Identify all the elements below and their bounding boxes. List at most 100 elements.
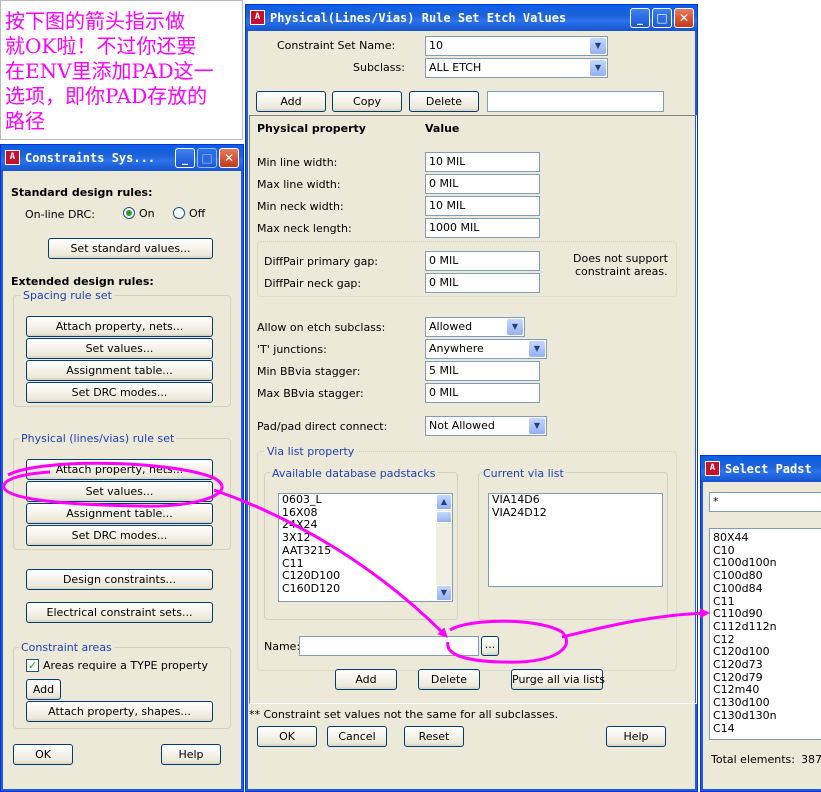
row-label-3: Max neck length: [257, 222, 352, 235]
list-item[interactable]: VIA24D12 [489, 506, 662, 520]
list-item[interactable]: C100d80 [710, 569, 821, 583]
padpad-value: Not Allowed [429, 419, 495, 432]
list-item[interactable]: AAT3215 [279, 544, 452, 558]
spacing-assignment-button[interactable]: Assignment table... [26, 360, 213, 381]
available-padstacks-list[interactable]: 0603_L 16X08 24X24 3X12 AAT3215 C11 C120… [278, 493, 453, 602]
padstack-list[interactable]: 80X44 C10 C100d100n C100d80 C100d84 C11 … [709, 528, 821, 740]
annotation-line-3: 在ENV里添加PAD这一 [5, 59, 214, 83]
annotation-box: 按下图的箭头指示做 就OK啦！不过你还要 在ENV里添加PAD这一 选项，即你P… [0, 0, 243, 140]
constraints-help-button[interactable]: Help [161, 744, 221, 765]
diffpair-primary-field[interactable]: 0 MIL [425, 251, 540, 271]
standard-rules-heading: Standard design rules: [11, 186, 153, 199]
online-drc-off-radio[interactable]: Off [173, 207, 205, 220]
footnote: ** Constraint set values not the same fo… [249, 708, 559, 721]
subclass-value: ALL ETCH [429, 61, 482, 74]
padpad-select[interactable]: Not Allowed ▼ [425, 416, 547, 436]
list-item[interactable]: C120d73 [710, 658, 821, 672]
min-line-width-field[interactable]: 10 MIL [425, 152, 540, 172]
list-item[interactable]: 3X12 [279, 531, 452, 545]
padstack-filter-field[interactable]: * [709, 492, 821, 512]
list-item[interactable]: C100d84 [710, 582, 821, 596]
physical-ok-button[interactable]: OK [257, 726, 317, 747]
subclass-label: Subclass: [353, 61, 405, 74]
list-item[interactable]: VIA14D6 [489, 494, 662, 507]
via-add-button[interactable]: Add [335, 669, 397, 690]
maximize-button[interactable]: □ [652, 8, 672, 28]
online-drc-on-radio[interactable]: On [123, 207, 155, 220]
set-add-button[interactable]: Add [256, 91, 326, 112]
list-item[interactable]: 0603_L [279, 494, 452, 507]
scroll-up-icon[interactable]: ▲ [436, 494, 452, 510]
minimize-button[interactable]: _ [175, 148, 195, 168]
list-item[interactable]: C130d100 [710, 696, 821, 710]
constraints-ok-button[interactable]: OK [13, 744, 73, 765]
t-junctions-label: 'T' junctions: [257, 343, 327, 356]
spacing-set-values-button[interactable]: Set values... [26, 338, 213, 359]
list-item[interactable]: C14 [710, 722, 821, 736]
constraint-set-select[interactable]: 10 ▼ [425, 36, 608, 56]
set-standard-values-button[interactable]: Set standard values... [48, 238, 213, 259]
physical-attach-button[interactable]: Attach property, nets... [26, 459, 213, 480]
set-delete-button[interactable]: Delete [409, 91, 479, 112]
areas-add-button[interactable]: Add [26, 679, 61, 700]
allow-etch-select[interactable]: Allowed ▼ [425, 317, 525, 337]
annotation-line-5: 路径 [5, 109, 45, 133]
annotation-line-2: 就OK啦！不过你还要 [5, 34, 197, 58]
physical-titlebar[interactable]: A Physical(Lines/Vias) Rule Set Etch Val… [246, 5, 697, 31]
physical-cancel-button[interactable]: Cancel [327, 726, 387, 747]
app-icon: A [250, 10, 265, 25]
min-neck-width-field[interactable]: 10 MIL [425, 196, 540, 216]
list-item[interactable]: C112d112n [710, 620, 821, 634]
attach-shapes-button[interactable]: Attach property, shapes... [26, 701, 213, 722]
available-scrollbar[interactable]: ▲ ▼ [436, 494, 452, 601]
set-copy-button[interactable]: Copy [332, 91, 402, 112]
min-bbvia-field[interactable]: 5 MIL [425, 361, 540, 381]
max-neck-length-field[interactable]: 1000 MIL [425, 218, 540, 238]
t-junctions-select[interactable]: Anywhere ▼ [425, 339, 547, 359]
extended-rules-heading: Extended design rules: [11, 275, 154, 288]
diffpair-note-2: constraint areas. [575, 265, 668, 278]
diffpair-neck-label: DiffPair neck gap: [264, 277, 362, 290]
spacing-attach-button[interactable]: Attach property, nets... [26, 316, 213, 337]
set-name-entry[interactable] [487, 91, 664, 112]
annotation-line-1: 按下图的箭头指示做 [5, 9, 185, 33]
via-delete-button[interactable]: Delete [418, 669, 480, 690]
max-bbvia-label: Max BBvia stagger: [257, 387, 364, 400]
on-label: On [139, 207, 155, 220]
allow-etch-label: Allow on etch subclass: [257, 321, 386, 334]
physical-assignment-button[interactable]: Assignment table... [26, 503, 213, 524]
constraints-titlebar[interactable]: A Constraints Sys... _ □ ✕ [1, 145, 243, 171]
row-label-0: Min line width: [257, 156, 338, 169]
design-constraints-button[interactable]: Design constraints... [26, 569, 213, 590]
physical-drc-modes-button[interactable]: Set DRC modes... [26, 525, 213, 546]
max-bbvia-field[interactable]: 0 MIL [425, 383, 540, 403]
physical-help-button[interactable]: Help [606, 726, 666, 747]
scroll-down-icon[interactable]: ▼ [436, 585, 452, 601]
areas-type-checkbox[interactable]: ✓ [26, 659, 39, 672]
close-button[interactable]: ✕ [219, 148, 239, 168]
list-item[interactable]: C160D120 [279, 582, 452, 596]
diffpair-neck-field[interactable]: 0 MIL [425, 273, 540, 293]
list-item[interactable]: 80X44 [710, 531, 821, 545]
close-button[interactable]: ✕ [674, 8, 694, 28]
physical-reset-button[interactable]: Reset [404, 726, 464, 747]
row-label-1: Max line width: [257, 178, 341, 191]
spacing-drc-modes-button[interactable]: Set DRC modes... [26, 382, 213, 403]
max-line-width-field[interactable]: 0 MIL [425, 174, 540, 194]
browse-padstack-button[interactable]: ... [481, 636, 499, 656]
physical-rule-title: Physical (lines/vias) rule set [19, 432, 177, 445]
purge-via-lists-button[interactable]: Purge all via lists [511, 669, 605, 690]
off-label: Off [189, 207, 206, 220]
current-via-list[interactable]: VIA14D6 VIA24D12 [488, 493, 663, 587]
annotation-line-4: 选项，即你PAD存放的 [5, 84, 208, 108]
via-name-field[interactable] [299, 636, 479, 656]
app-icon: A [705, 461, 720, 476]
subclass-select[interactable]: ALL ETCH ▼ [425, 58, 608, 78]
padstack-titlebar[interactable]: A Select Padst [701, 456, 821, 482]
scroll-thumb[interactable] [436, 511, 452, 523]
minimize-button[interactable]: _ [630, 8, 650, 28]
physical-set-values-button[interactable]: Set values... [26, 481, 213, 502]
list-item[interactable]: C130d130n [710, 709, 821, 723]
electrical-sets-button[interactable]: Electrical constraint sets... [26, 602, 213, 623]
total-elements-label: Total elements: [711, 753, 795, 766]
